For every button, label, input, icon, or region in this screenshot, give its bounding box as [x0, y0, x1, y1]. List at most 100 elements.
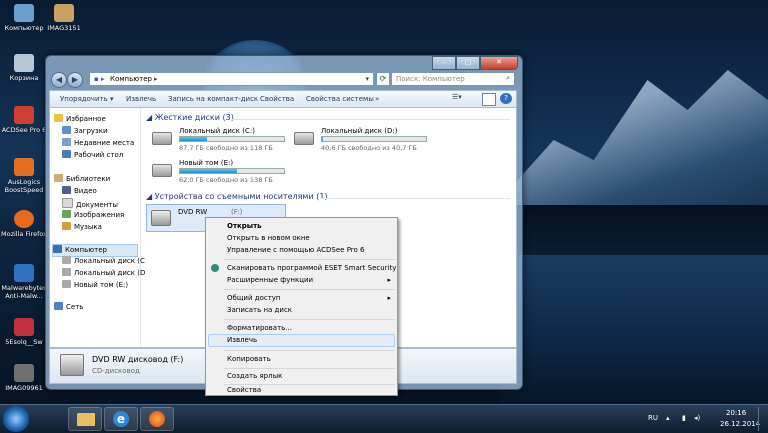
- back-button[interactable]: ◀: [51, 72, 67, 88]
- menu-properties[interactable]: Свойства: [227, 384, 261, 396]
- navigation-pane: Избранное Загрузки Недавние места Рабочи…: [50, 108, 145, 347]
- desktop-icon-imag3151[interactable]: IMAG3151: [40, 4, 88, 32]
- nav-recent[interactable]: Недавние места: [62, 138, 134, 149]
- menu-burn[interactable]: Записать на диск: [227, 304, 292, 316]
- star-icon: [54, 114, 63, 122]
- nav-desktop[interactable]: Рабочий стол: [62, 150, 123, 161]
- system-properties-button[interactable]: Свойства системы: [306, 95, 374, 103]
- menu-separator: [224, 259, 395, 260]
- taskbar-ie[interactable]: e: [104, 407, 138, 431]
- drive-tile-d[interactable]: Локальный диск (D:) 40,6 ГБ свободно из …: [292, 126, 432, 152]
- language-indicator[interactable]: RU: [648, 414, 658, 422]
- drive-tile-e[interactable]: Новый том (E:) 62,0 ГБ свободно из 138 Г…: [150, 158, 290, 184]
- menu-advanced[interactable]: Расширенные функции: [227, 274, 313, 286]
- taskbar-firefox[interactable]: [140, 407, 174, 431]
- drive-usage-bar: [179, 168, 285, 174]
- search-icon: ⌕: [506, 74, 510, 82]
- desktop-icon-auslogics[interactable]: AusLogics BoostSpeed: [0, 158, 48, 194]
- dvd-drive-icon: [60, 354, 84, 376]
- address-bar[interactable]: ▪ ▸ Компьютер ▸ ▾: [89, 72, 374, 86]
- breadcrumb-chevron-icon[interactable]: ▸: [154, 75, 158, 83]
- burn-button[interactable]: Запись на компакт-диск: [168, 95, 258, 103]
- hard-drives-group-header[interactable]: ◢ Жесткие диски (3): [146, 113, 234, 122]
- view-options-icon[interactable]: ☰▾: [452, 93, 464, 104]
- video-icon: [62, 186, 71, 194]
- network-tray-icon[interactable]: ▮: [682, 414, 686, 422]
- file-icon: [14, 318, 34, 336]
- volume-icon[interactable]: ◂): [694, 414, 700, 422]
- help-icon[interactable]: ?: [500, 93, 512, 104]
- images-icon: [62, 210, 71, 218]
- clock-time[interactable]: 20:16: [726, 409, 746, 417]
- nav-libraries[interactable]: Библиотеки: [54, 174, 110, 185]
- recent-places-icon: [62, 138, 71, 146]
- drive-icon: [62, 280, 71, 288]
- menu-acdsee[interactable]: Управление с помощью ACDSee Pro 6: [227, 244, 364, 256]
- nav-music[interactable]: Музыка: [62, 222, 102, 233]
- collapse-icon: ◢: [146, 113, 155, 122]
- menu-separator: [224, 350, 395, 351]
- nav-favorites[interactable]: Избранное: [54, 114, 106, 125]
- drive-usage-bar: [321, 136, 427, 142]
- nav-disk-e[interactable]: Новый том (E:): [62, 280, 128, 291]
- preview-pane-icon[interactable]: [482, 93, 496, 106]
- computer-icon: [53, 245, 62, 253]
- firefox-icon: [149, 411, 165, 427]
- hard-drive-icon: [152, 132, 172, 145]
- eject-button[interactable]: Извлечь: [126, 95, 156, 103]
- search-input[interactable]: Поиск: Компьютер ⌕: [391, 72, 515, 86]
- menu-separator: [224, 289, 395, 290]
- clock-date[interactable]: 26.12.2014: [720, 420, 760, 428]
- nav-disk-d[interactable]: Локальный диск (D: [62, 268, 145, 279]
- wallpaper-forest: [500, 205, 768, 260]
- menu-open-new-window[interactable]: Открыть в новом окне: [227, 232, 310, 244]
- nav-disk-c[interactable]: Локальный диск (C: [62, 256, 145, 267]
- menu-eject[interactable]: Извлечь: [227, 334, 257, 346]
- nav-video[interactable]: Видео: [62, 186, 97, 197]
- desktop-icon-acdsee[interactable]: ACDSee Pro 6: [0, 106, 48, 134]
- removable-group-header[interactable]: ◢ Устройства со съемными носителями (1): [146, 192, 328, 201]
- desktop-icon-imag09961[interactable]: IMAG09961: [0, 364, 48, 392]
- menu-eset-scan[interactable]: Сканировать программой ESET Smart Securi…: [227, 262, 396, 274]
- image-file-icon: [54, 4, 74, 22]
- properties-button[interactable]: Свойства: [260, 95, 294, 103]
- menu-create-shortcut[interactable]: Создать ярлык: [227, 370, 282, 382]
- address-dropdown-icon[interactable]: ▾: [365, 75, 369, 83]
- address-text: Компьютер: [110, 75, 152, 83]
- nav-downloads[interactable]: Загрузки: [62, 126, 108, 137]
- refresh-button[interactable]: ⟳: [376, 72, 390, 86]
- drive-icon: [62, 256, 71, 264]
- menu-format[interactable]: Форматировать...: [227, 322, 292, 334]
- tray-expand-icon[interactable]: ▴: [666, 414, 670, 422]
- computer-icon: [14, 4, 34, 22]
- nav-network[interactable]: Сеть: [54, 302, 83, 313]
- malwarebytes-icon: [14, 264, 34, 282]
- desktop-icon-recycle-bin[interactable]: Корзина: [0, 54, 48, 82]
- organize-button[interactable]: Упорядочить ▾: [60, 95, 114, 103]
- nav-images[interactable]: Изображения: [62, 210, 124, 221]
- network-icon: [54, 302, 63, 310]
- nav-documents[interactable]: Документы: [62, 198, 118, 209]
- minimize-button[interactable]: –: [432, 56, 456, 70]
- desktop-icon-5esolq[interactable]: 5Esolq__Sw: [0, 318, 48, 346]
- close-button[interactable]: ✕: [480, 56, 518, 70]
- firefox-icon: [14, 210, 34, 228]
- show-desktop-button[interactable]: [758, 407, 768, 431]
- menu-share[interactable]: Общий доступ: [227, 292, 281, 304]
- forward-button[interactable]: ▶: [67, 72, 83, 88]
- more-commands-button[interactable]: »: [375, 95, 379, 103]
- drive-tile-c[interactable]: Локальный диск (C:) 87,7 ГБ свободно из …: [150, 126, 290, 152]
- drive-usage-bar: [179, 136, 285, 142]
- taskbar-explorer[interactable]: [68, 407, 102, 431]
- dvd-drive-icon: [151, 210, 171, 226]
- desktop-icon-firefox[interactable]: Mozilla Firefox: [0, 210, 48, 238]
- hard-drive-icon: [294, 132, 314, 145]
- menu-copy[interactable]: Копировать: [227, 353, 271, 365]
- menu-open[interactable]: Открыть: [227, 220, 262, 232]
- computer-small-icon: ▪ ▸: [94, 75, 105, 83]
- maximize-button[interactable]: □: [456, 56, 480, 70]
- desktop-icon-malwarebytes[interactable]: Malwarebytes Anti-Malw...: [0, 264, 48, 300]
- title-bar[interactable]: – □ ✕: [46, 56, 522, 70]
- start-button[interactable]: [3, 406, 29, 432]
- command-toolbar: Упорядочить ▾ Извлечь Запись на компакт-…: [49, 90, 517, 108]
